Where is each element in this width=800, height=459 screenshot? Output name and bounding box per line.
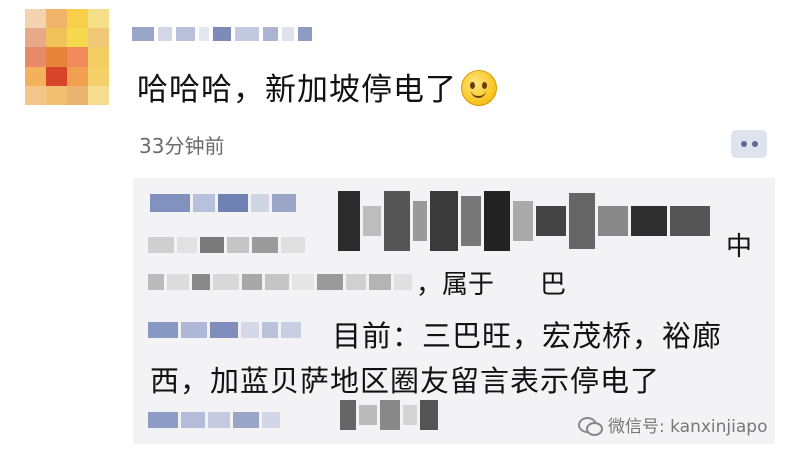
- comment-text: 目前：三巴旺，宏茂桥，裕廊 西，加蓝贝萨地区圈友留言表示停电了: [150, 314, 722, 404]
- smiling-face-icon: [461, 70, 497, 106]
- commenter-name-blurred[interactable]: [148, 233, 305, 257]
- post-text-content: 哈哈哈，新加坡停电了: [137, 72, 457, 108]
- comment-text-blurred: [338, 186, 710, 256]
- comment-text-blurred: [340, 398, 438, 432]
- watermark-text: 微信号: kanxinjiapo: [608, 417, 768, 437]
- comment-fragment: 巴: [540, 270, 567, 300]
- wechat-watermark: 微信号: kanxinjiapo: [578, 412, 767, 437]
- post-text: 哈哈哈，新加坡停电了: [137, 70, 497, 110]
- comment-fragment: 中: [726, 232, 753, 262]
- commenter-name-blurred[interactable]: [148, 408, 280, 432]
- commenter-name-blurred[interactable]: [150, 188, 296, 218]
- dot-icon: [740, 141, 747, 147]
- comment-line-1: 目前：三巴旺，宏茂桥，裕廊: [332, 319, 723, 353]
- comment-text-blurred: [148, 270, 412, 294]
- author-name-blurred[interactable]: [132, 24, 312, 44]
- avatar[interactable]: [25, 9, 109, 105]
- dot-icon: [751, 141, 758, 147]
- comment-line-2: 西，加蓝贝萨地区圈友留言表示停电了: [150, 364, 661, 398]
- post-timestamp: 33分钟前: [139, 134, 225, 158]
- comment-fragment: ，属于: [416, 270, 495, 300]
- more-actions-button[interactable]: [731, 130, 767, 158]
- wechat-icon: [578, 415, 603, 436]
